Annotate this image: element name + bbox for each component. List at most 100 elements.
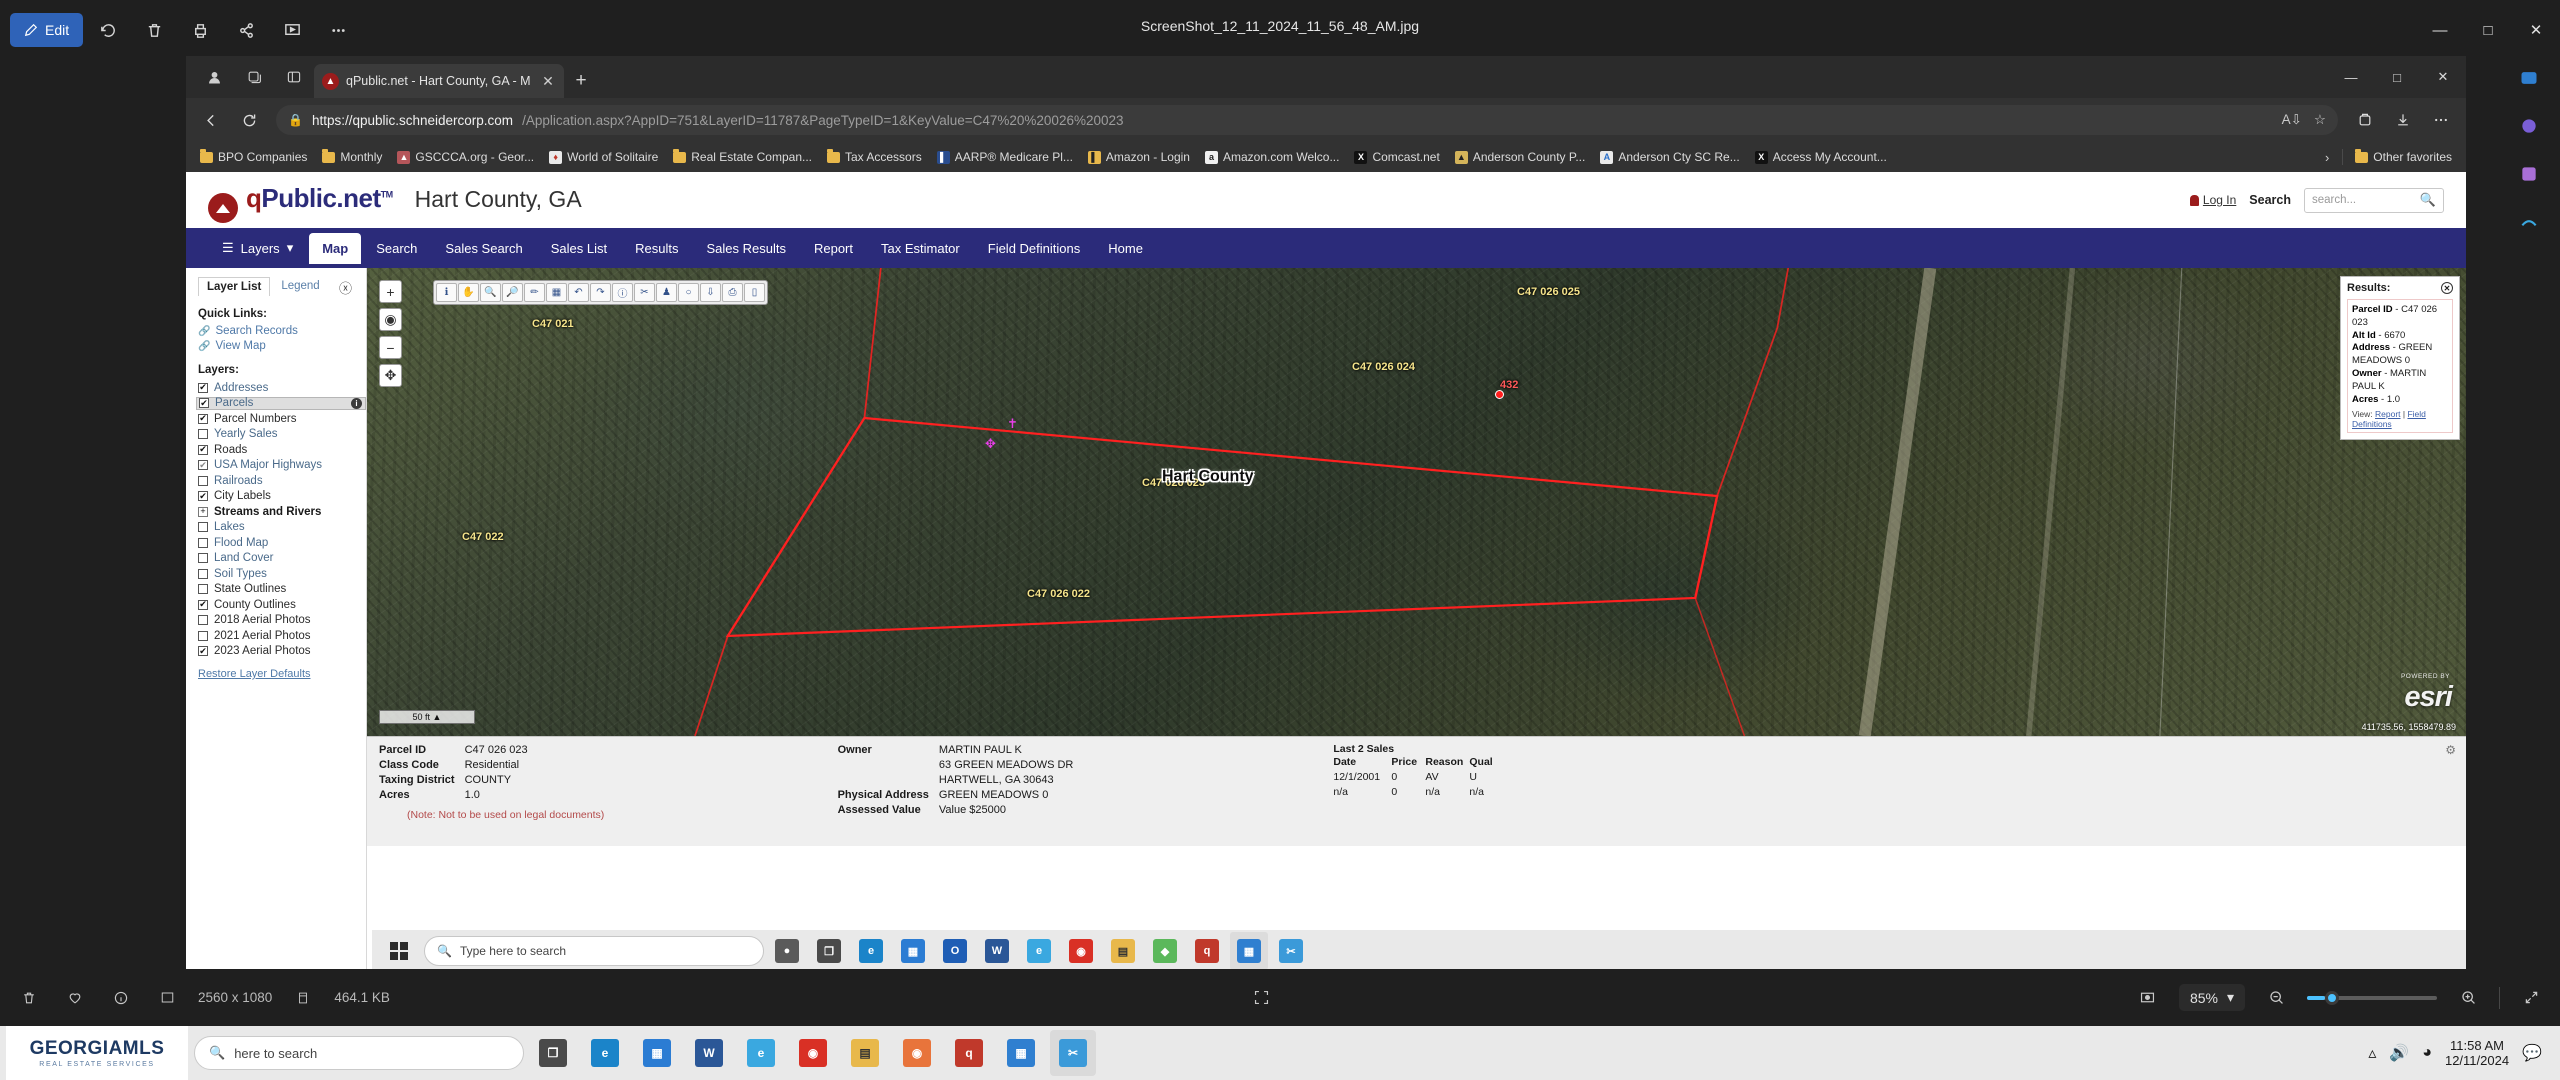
layer-lakes[interactable]: Lakes [198, 521, 366, 535]
drop-icon[interactable] [2513, 206, 2545, 238]
checkbox-icon[interactable]: ✔ [198, 382, 208, 393]
expand-icon[interactable]: + [198, 506, 208, 517]
checkbox-icon[interactable] [198, 475, 208, 486]
bookmark-item[interactable]: Tax Accessors [821, 148, 928, 166]
address-marker[interactable] [1495, 390, 1504, 399]
bookmark-item[interactable]: ▲ Anderson County P... [1449, 148, 1592, 166]
zoom-out-button[interactable]: − [379, 336, 402, 359]
tab-close-icon[interactable]: ✕ [540, 73, 556, 90]
checkbox-icon[interactable]: ✔ [198, 444, 208, 455]
bookmark-item[interactable]: BPO Companies [194, 148, 313, 166]
favorite-icon[interactable] [60, 983, 90, 1013]
collections-icon[interactable] [2513, 158, 2545, 190]
info-icon[interactable]: ⓘ [612, 283, 633, 302]
bookmark-item[interactable]: ▌ AARP® Medicare Pl... [931, 148, 1079, 166]
nav-item-home[interactable]: Home [1095, 228, 1156, 268]
workspaces-icon[interactable] [234, 56, 274, 98]
browser-minimize-button[interactable]: — [2328, 56, 2374, 98]
layer-2018-aerial-photos[interactable]: 2018 Aerial Photos [198, 614, 366, 628]
bookmark-item[interactable]: ▌ Amazon - Login [1082, 148, 1196, 166]
layer-2023-aerial-photos[interactable]: ✔ 2023 Aerial Photos [198, 645, 366, 659]
firefox-icon[interactable]: ◉ [894, 1030, 940, 1076]
pan-icon[interactable]: ✋ [458, 283, 479, 302]
map-viewport[interactable]: + ◉ − ✥ ℹ ✋ 🔍 🔎 ✏ ▦ ↶ ↷ ⓘ ✂ ♟ ○ ⇩ ⎙ ▯ C4… [367, 268, 2466, 736]
wifi-icon[interactable]: ◕ [2422, 1044, 2432, 1062]
edge-icon[interactable]: e [852, 932, 890, 970]
word-icon[interactable]: W [978, 932, 1016, 970]
taskbar-search-input[interactable]: 🔍 Type here to search [424, 936, 764, 966]
select-icon[interactable]: ▦ [546, 283, 567, 302]
layer-addresses[interactable]: ✔ Addresses [198, 381, 366, 395]
layer-city-labels[interactable]: ✔ City Labels [198, 490, 366, 504]
task-view-icon[interactable]: ❐ [810, 932, 848, 970]
bookmarks-overflow-icon[interactable]: › [2318, 150, 2336, 165]
task-view-icon[interactable]: ❐ [530, 1030, 576, 1076]
locate-button[interactable]: ◉ [379, 308, 402, 331]
buffer-icon[interactable]: ○ [678, 283, 699, 302]
zoom-slider[interactable] [2307, 990, 2437, 1005]
maps-icon[interactable]: ◆ [1146, 932, 1184, 970]
word-icon[interactable]: W [686, 1030, 732, 1076]
zoom-level-dropdown[interactable]: 85% ▾ [2178, 984, 2245, 1011]
tab-actions-icon[interactable] [274, 56, 314, 98]
browser-close-button[interactable]: ✕ [2420, 56, 2466, 98]
bookmark-item[interactable]: X Comcast.net [1348, 148, 1445, 166]
header-search-input[interactable]: search... 🔍 [2304, 187, 2444, 213]
nav-item-map[interactable]: Map [309, 233, 362, 264]
zoom-in-button[interactable]: + [379, 280, 402, 303]
zoom-previous-icon[interactable]: ↶ [568, 283, 589, 302]
nav-item-results[interactable]: Results [622, 228, 691, 268]
checkbox-icon[interactable]: ✔ [198, 646, 208, 657]
quick-link-view-map[interactable]: 🔗 View Map [198, 340, 366, 352]
actual-size-icon[interactable] [2133, 983, 2163, 1013]
login-link[interactable]: Log In [2189, 193, 2236, 207]
reload-icon[interactable] [232, 103, 266, 137]
settings-more-icon[interactable] [2424, 103, 2458, 137]
checkbox-icon[interactable]: ✔ [199, 398, 209, 409]
identify-icon[interactable]: ℹ [436, 283, 457, 302]
layer-land-cover[interactable]: Land Cover [198, 552, 366, 566]
quick-link-search-records[interactable]: 🔗 Search Records [198, 325, 366, 337]
checkbox-icon[interactable] [198, 568, 208, 579]
browser-maximize-button[interactable]: □ [2374, 56, 2420, 98]
zoom-in-icon[interactable] [2453, 983, 2483, 1013]
store-icon[interactable]: ▦ [634, 1030, 680, 1076]
tray-expand-icon[interactable]: ▵ [2368, 1043, 2376, 1063]
checkbox-icon[interactable]: ✔ [198, 413, 208, 424]
outlook-icon[interactable]: O [936, 932, 974, 970]
layer-parcel-numbers[interactable]: ✔ Parcel Numbers [198, 412, 366, 426]
checkbox-icon[interactable]: ✔ [198, 599, 208, 610]
settings-gear-icon[interactable]: ⚙ [2445, 743, 2456, 757]
bookmark-item[interactable]: ♦ World of Solitaire [543, 148, 664, 166]
maximize-button[interactable]: □ [2464, 0, 2512, 60]
checkbox-icon[interactable] [198, 553, 208, 564]
results-close-icon[interactable]: ✕ [2441, 282, 2453, 294]
explorer-icon[interactable]: ▤ [1104, 932, 1142, 970]
collections-toolbar-icon[interactable] [2348, 103, 2382, 137]
browser-essentials-icon[interactable] [2513, 110, 2545, 142]
layer-streams-and-rivers[interactable]: + Streams and Rivers [198, 505, 366, 519]
layer-yearly-sales[interactable]: Yearly Sales [198, 428, 366, 442]
cortana-icon[interactable]: ● [768, 932, 806, 970]
read-aloud-icon[interactable]: A⇩ [2282, 112, 2302, 128]
minimize-button[interactable]: — [2416, 0, 2464, 60]
desktop-search-input[interactable]: 🔍 here to search [194, 1036, 524, 1070]
search-icon[interactable]: 🔍 [2420, 192, 2436, 208]
info-icon[interactable]: i [351, 397, 362, 409]
zoom-out-icon[interactable] [2261, 983, 2291, 1013]
bookmark-item[interactable]: A Anderson Cty SC Re... [1594, 148, 1745, 166]
tab-legend[interactable]: Legend [272, 276, 328, 296]
zoom-out-icon[interactable]: 🔎 [502, 283, 523, 302]
delete-file-icon[interactable] [14, 983, 44, 1013]
tab-layer-list[interactable]: Layer List [198, 276, 271, 296]
print-icon[interactable]: ⎙ [722, 283, 743, 302]
layer-flood-map[interactable]: Flood Map [198, 536, 366, 550]
report-link[interactable]: Report [2375, 409, 2401, 419]
layer-roads[interactable]: ✔ Roads [198, 443, 366, 457]
screenshot-icon[interactable]: ✂ [1050, 1030, 1096, 1076]
panel-close-icon[interactable]: ⓧ [339, 278, 352, 297]
start-button[interactable] [378, 930, 420, 972]
photos-icon[interactable]: ▦ [998, 1030, 1044, 1076]
nav-item-search[interactable]: Search [363, 228, 430, 268]
info-icon[interactable] [106, 983, 136, 1013]
